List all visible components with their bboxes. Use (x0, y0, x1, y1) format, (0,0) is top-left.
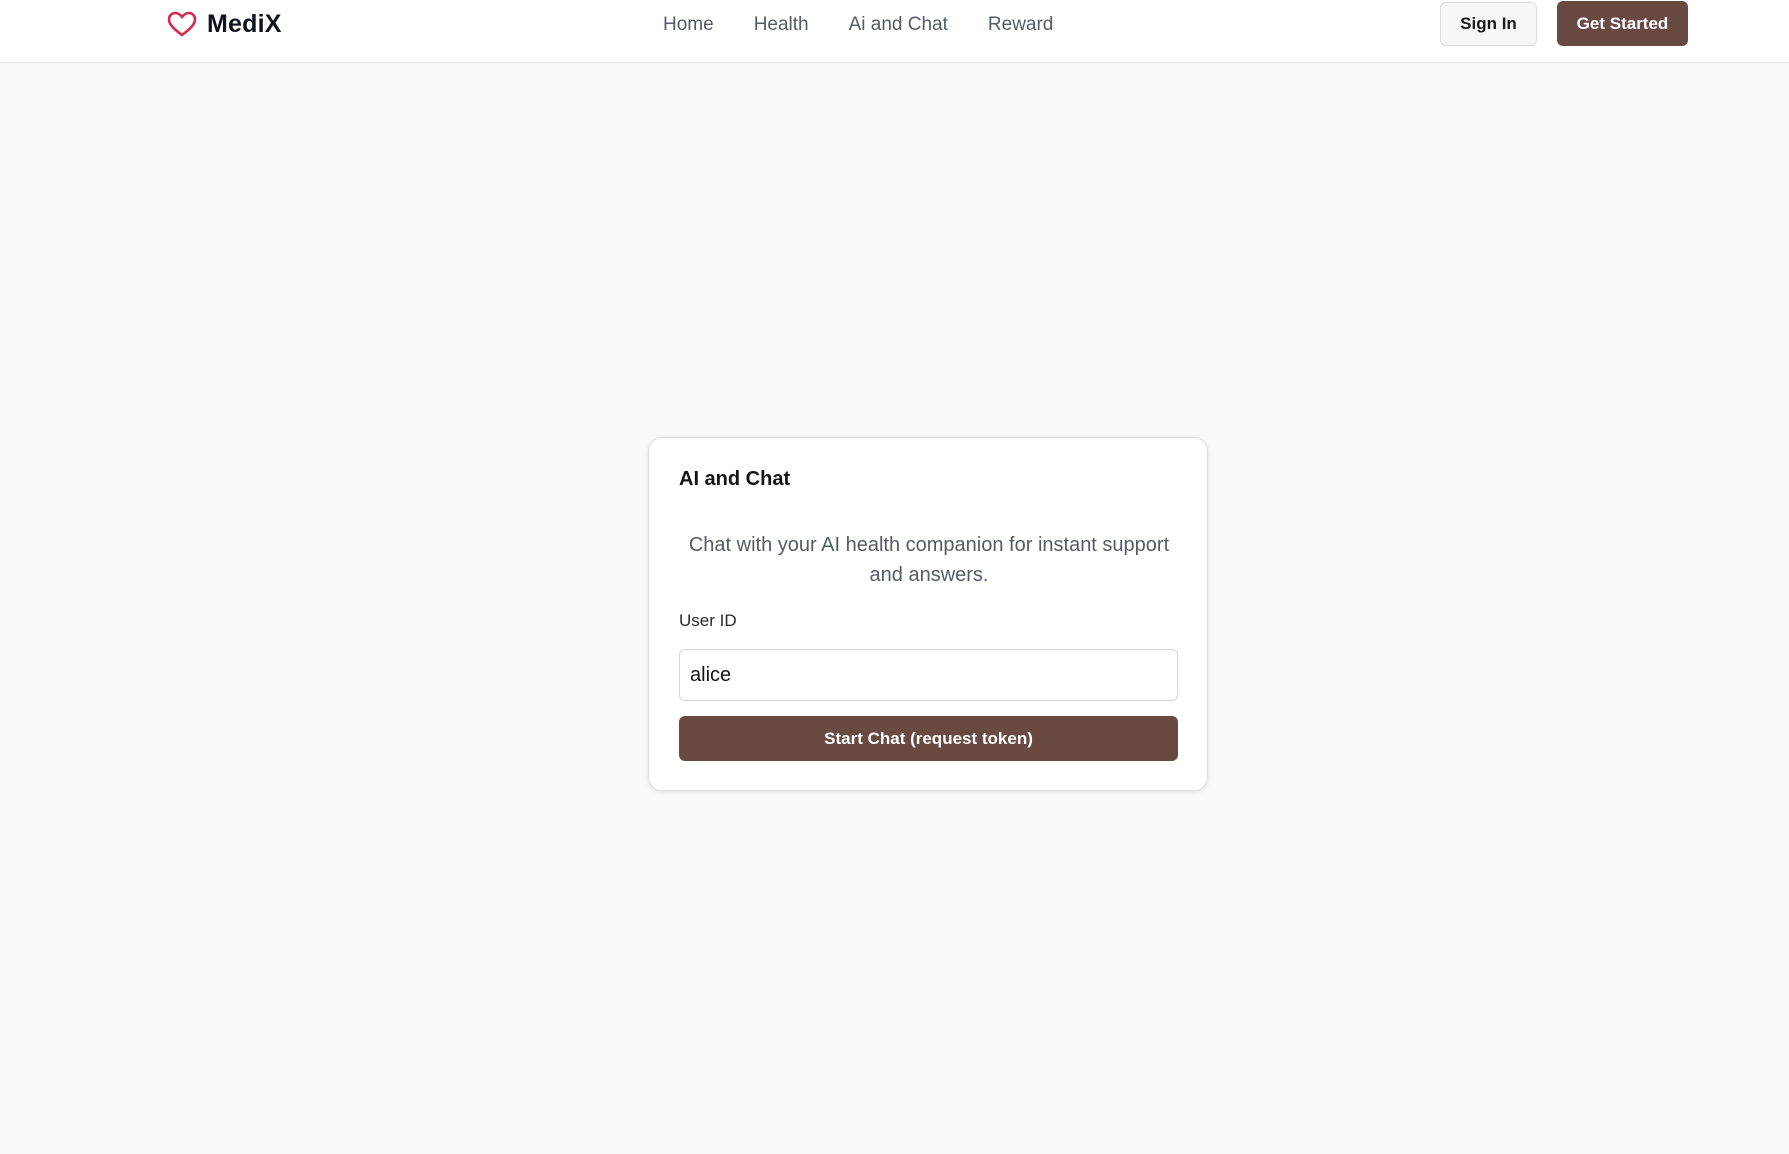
nav-reward[interactable]: Reward (988, 14, 1053, 36)
brand-logo[interactable]: MediX (167, 9, 282, 39)
heart-icon (167, 11, 197, 37)
nav-health[interactable]: Health (754, 14, 809, 36)
user-id-label: User ID (679, 611, 737, 630)
user-id-input[interactable] (679, 649, 1178, 701)
nav-home[interactable]: Home (663, 14, 714, 36)
card-description: Chat with your AI health companion for i… (688, 534, 1170, 586)
card-title: AI and Chat (679, 468, 791, 490)
top-nav-bar: MediX Home Health Ai and Chat Reward Sig… (0, 0, 1789, 63)
get-started-button[interactable]: Get Started (1557, 1, 1688, 46)
ai-chat-card: AI and Chat Chat with your AI health com… (648, 437, 1208, 791)
nav-ai-and-chat[interactable]: Ai and Chat (849, 14, 948, 36)
start-chat-button[interactable]: Start Chat (request token) (679, 716, 1178, 761)
brand-name: MediX (207, 9, 282, 38)
main-nav: Home Health Ai and Chat Reward (663, 12, 1053, 38)
sign-in-button[interactable]: Sign In (1440, 2, 1537, 46)
